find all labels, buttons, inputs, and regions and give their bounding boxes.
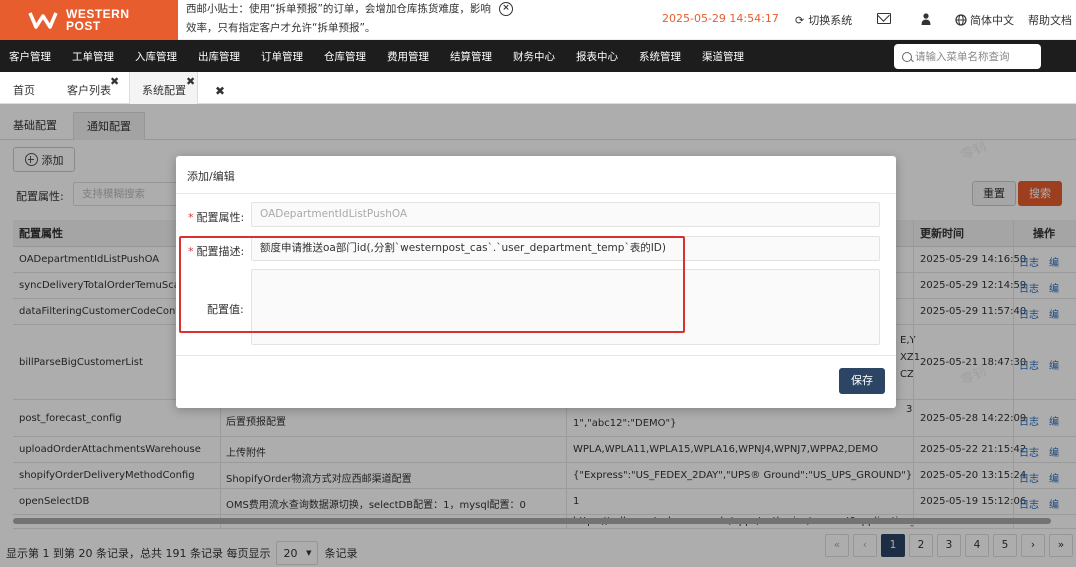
menu-search-input[interactable]: 请输入菜单名称查询 — [894, 44, 1041, 69]
tab-system-config[interactable]: 系统配置 ✖ — [129, 72, 198, 104]
nav-item[interactable]: 渠道管理 — [702, 49, 744, 64]
nav-item[interactable]: 客户管理 — [9, 49, 51, 64]
language-select[interactable]: 简体中文 — [955, 12, 1014, 28]
logo[interactable]: WESTERN POST — [0, 0, 178, 40]
attr-field-input[interactable]: OADepartmentIdListPushOA — [251, 202, 880, 227]
switch-system-label: 切换系统 — [808, 14, 853, 27]
page-tabs: 首页 客户列表 ✖ 系统配置 ✖ ✖ — [0, 72, 1076, 104]
tab-system-config-label: 系统配置 — [142, 84, 186, 97]
val-field-label: 配置值: — [207, 303, 244, 316]
desc-field-label: * 配置描述: — [188, 245, 245, 258]
logo-line2: POST — [66, 19, 101, 33]
nav-item[interactable]: 订单管理 — [261, 49, 303, 64]
nav-item[interactable]: 出库管理 — [198, 49, 240, 64]
search-icon — [902, 51, 912, 62]
modal-title: 添加/编辑 — [187, 170, 235, 183]
tab-customers-label: 客户列表 — [67, 84, 111, 97]
logo-icon — [28, 10, 58, 30]
save-button[interactable]: 保存 — [839, 368, 885, 394]
tab-home-label: 首页 — [13, 84, 35, 97]
tab-home[interactable]: 首页 — [13, 72, 35, 104]
tip-text: 西邮小贴士：使用“拆单预报”的订单，会增加仓库拣货难度，影响效率，只有指定客户才… — [186, 3, 491, 34]
nav-item[interactable]: 工单管理 — [72, 49, 114, 64]
nav-item[interactable]: 结算管理 — [450, 49, 492, 64]
divider — [176, 355, 896, 356]
datetime: 2025-05-29 14:54:17 — [662, 12, 779, 25]
divider — [176, 193, 896, 194]
tip-close-icon[interactable]: × — [499, 2, 513, 16]
main-nav: 客户管理 工单管理 入库管理 出库管理 订单管理 仓库管理 费用管理 结算管理 财务中心 报表中心… — [0, 40, 1076, 72]
close-icon[interactable]: ✖ — [186, 76, 195, 87]
user-icon[interactable] — [921, 13, 931, 25]
nav-item[interactable]: 系统管理 — [639, 49, 681, 64]
desc-field-input[interactable]: 额度申请推送oa部门id(,分割`westernpost_cas`.`user_… — [251, 236, 880, 261]
top-bar: WESTERN POST 西邮小贴士：使用“拆单预报”的订单，会增加仓库拣货难度… — [0, 0, 1076, 40]
nav-item[interactable]: 财务中心 — [513, 49, 555, 64]
globe-icon — [955, 14, 967, 26]
edit-modal: 添加/编辑 * 配置属性: OADepartmentIdListPushOA * 配… — [176, 156, 896, 408]
attr-field-label: * 配置属性: — [188, 211, 245, 224]
close-icon[interactable]: ✖ — [110, 76, 119, 87]
val-field-textarea[interactable] — [251, 269, 880, 345]
tab-customers[interactable]: 客户列表 ✖ — [67, 72, 119, 104]
nav-item[interactable]: 入库管理 — [135, 49, 177, 64]
nav-item[interactable]: 仓库管理 — [324, 49, 366, 64]
close-all-icon[interactable]: ✖ — [215, 72, 225, 104]
switch-system-button[interactable]: ⟳ 切换系统 — [795, 12, 852, 28]
nav-item[interactable]: 费用管理 — [387, 49, 429, 64]
language-label: 简体中文 — [970, 14, 1014, 27]
nav-item[interactable]: 报表中心 — [576, 49, 618, 64]
menu-search-placeholder: 请输入菜单名称查询 — [915, 51, 1010, 63]
mail-icon[interactable] — [877, 13, 891, 24]
help-link[interactable]: 帮助文档 — [1028, 12, 1072, 28]
refresh-icon: ⟳ — [795, 13, 805, 27]
